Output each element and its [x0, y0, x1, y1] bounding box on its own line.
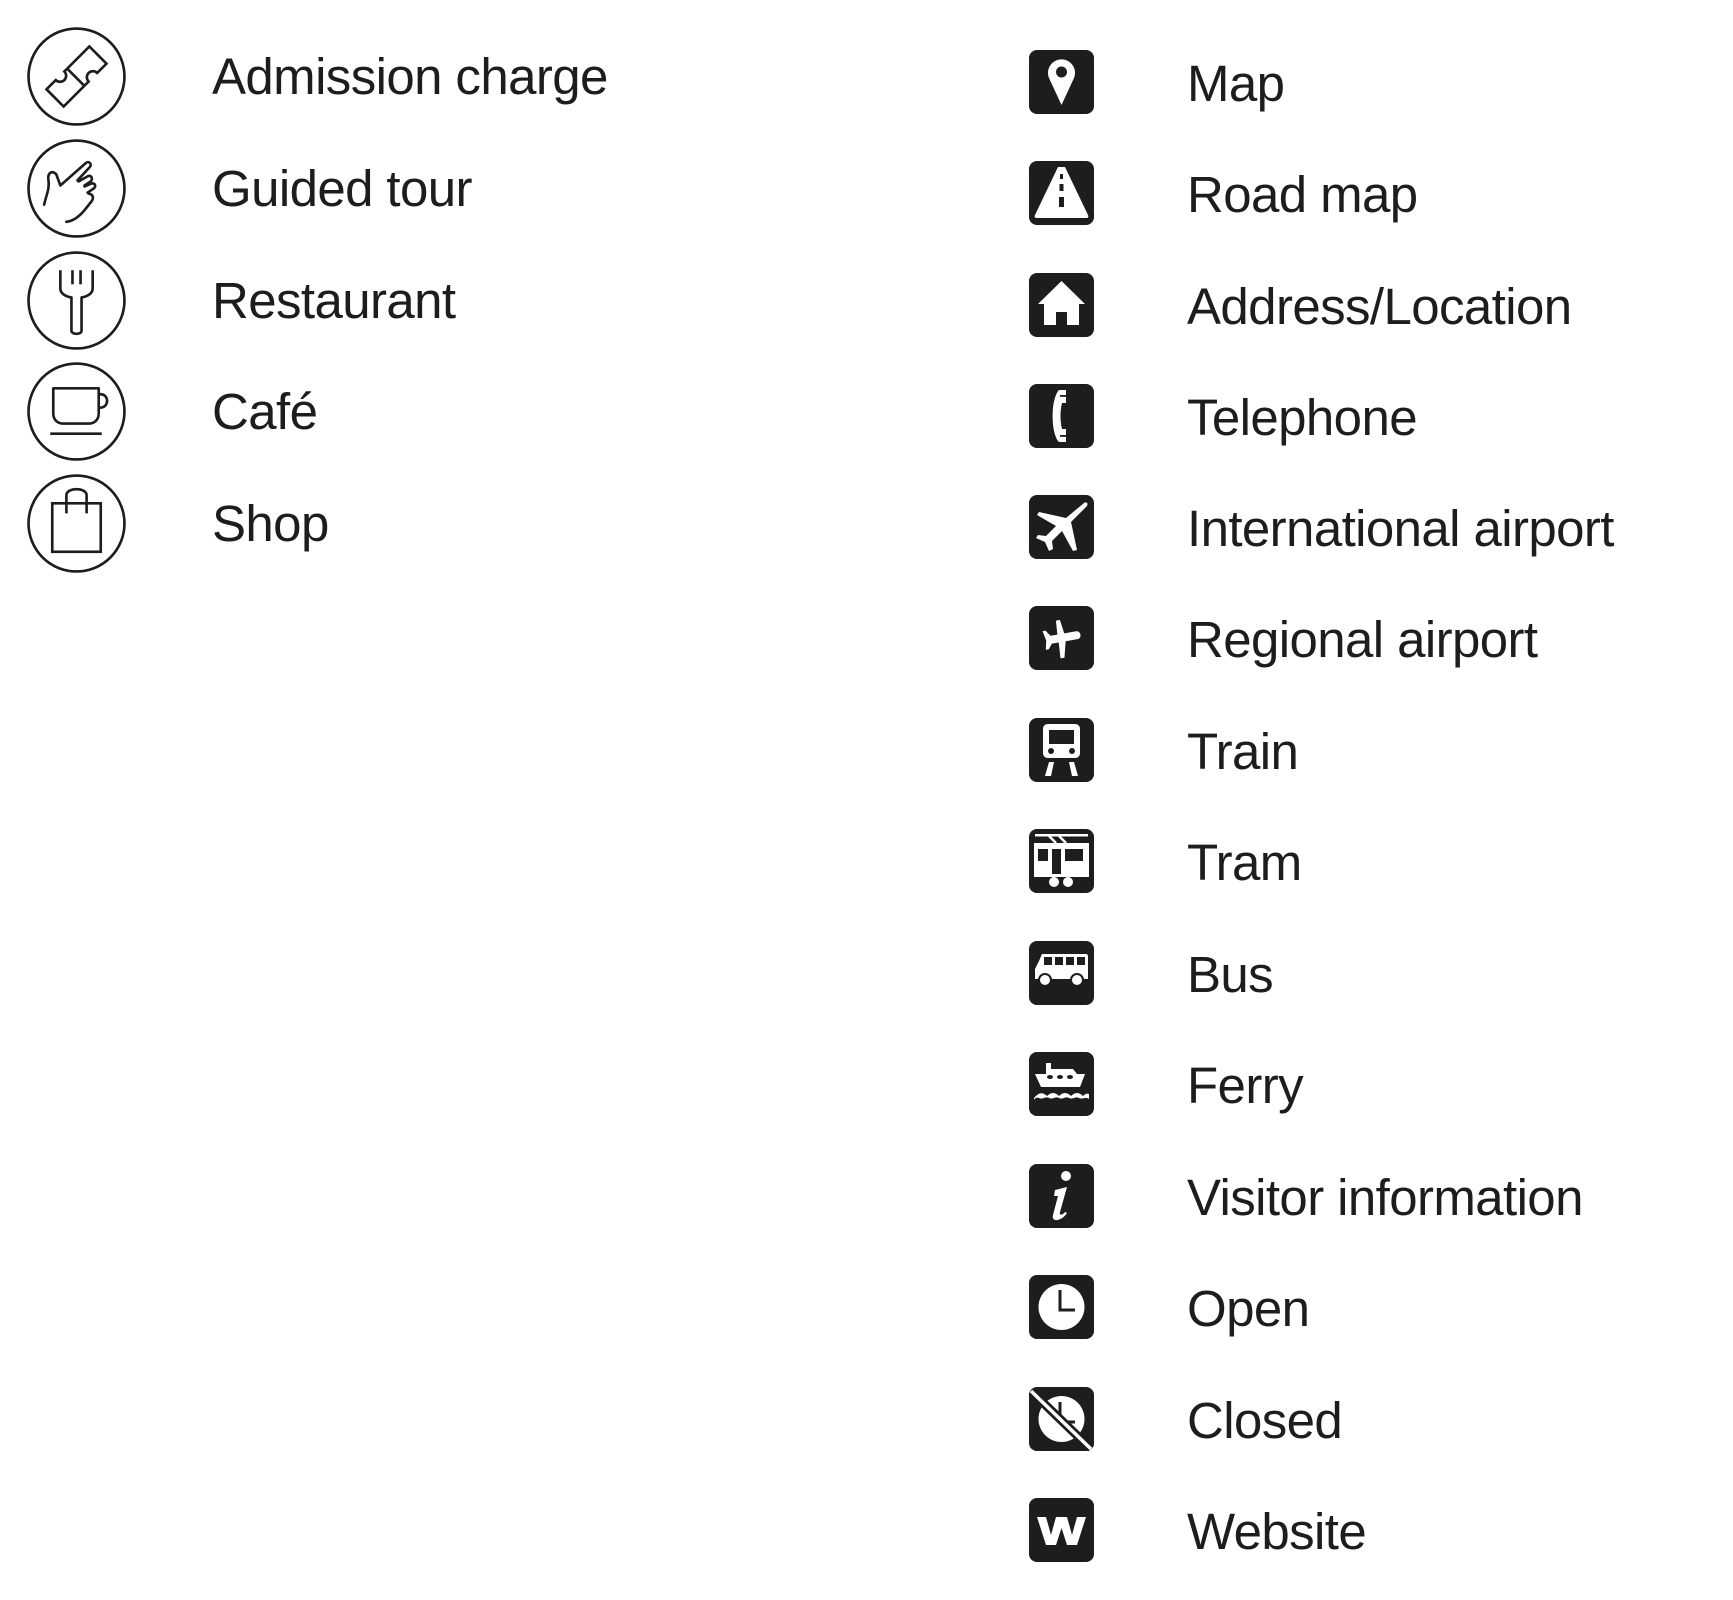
legend-label: Website	[1187, 1503, 1367, 1560]
bus-icon	[1029, 941, 1094, 1005]
legend-item-train: Train	[1029, 694, 1729, 806]
coffee-cup-icon	[26, 361, 127, 462]
legend-label: Tram	[1187, 834, 1302, 891]
legend-item-map: Map	[1029, 26, 1729, 138]
legend-item-tram: Tram	[1029, 805, 1729, 917]
info-icon	[1029, 1164, 1094, 1228]
train-icon	[1029, 718, 1094, 782]
legend-item-ferry: Ferry	[1029, 1028, 1729, 1140]
tram-icon	[1029, 829, 1094, 893]
symbol-legend: Admission charge Guided tour Restaurant	[0, 0, 1733, 1600]
legend-item-road-map: Road map	[1029, 137, 1729, 249]
legend-label: Closed	[1187, 1392, 1343, 1449]
ferry-icon	[1029, 1052, 1094, 1116]
legend-label: Admission charge	[212, 48, 608, 105]
legend-item-guided-tour: Guided tour	[0, 133, 700, 245]
legend-label: Road map	[1187, 166, 1418, 223]
legend-item-cafe: Café	[0, 356, 700, 468]
legend-item-regional-airport: Regional airport	[1029, 582, 1729, 694]
legend-label: Visitor information	[1187, 1169, 1583, 1226]
legend-label: Address/Location	[1187, 278, 1572, 335]
small-airplane-icon	[1029, 606, 1094, 670]
legend-item-bus: Bus	[1029, 917, 1729, 1029]
ticket-icon	[26, 26, 127, 127]
legend-label: Restaurant	[212, 272, 456, 329]
legend-label: Train	[1187, 723, 1299, 780]
legend-label: Guided tour	[212, 160, 473, 217]
legend-item-visitor-information: Visitor information	[1029, 1140, 1729, 1252]
pointing-hand-icon	[26, 138, 127, 239]
legend-label: Ferry	[1187, 1057, 1304, 1114]
legend-item-shop: Shop	[0, 468, 700, 580]
legend-item-telephone: Telephone	[1029, 360, 1729, 472]
legend-item-admission-charge: Admission charge	[0, 21, 700, 133]
legend-item-open: Open	[1029, 1251, 1729, 1363]
legend-label: Telephone	[1187, 389, 1418, 446]
map-pin-icon	[1029, 50, 1094, 114]
legend-item-closed: Closed	[1029, 1363, 1729, 1475]
telephone-icon	[1029, 384, 1094, 448]
website-w-icon	[1029, 1498, 1094, 1562]
legend-label: International airport	[1187, 500, 1614, 557]
road-icon	[1029, 161, 1094, 225]
legend-label: Regional airport	[1187, 611, 1538, 668]
legend-item-website: Website	[1029, 1474, 1729, 1586]
legend-label: Map	[1187, 55, 1285, 112]
house-icon	[1029, 273, 1094, 337]
shopping-bag-icon	[26, 473, 127, 574]
clock-crossed-icon	[1029, 1387, 1094, 1451]
legend-label: Bus	[1187, 946, 1274, 1003]
legend-item-address-location: Address/Location	[1029, 249, 1729, 361]
large-airplane-icon	[1029, 495, 1094, 559]
legend-label: Open	[1187, 1280, 1310, 1337]
legend-item-international-airport: International airport	[1029, 471, 1729, 583]
legend-label: Shop	[212, 495, 329, 552]
legend-item-restaurant: Restaurant	[0, 245, 700, 357]
clock-icon	[1029, 1275, 1094, 1339]
legend-label: Café	[212, 383, 318, 440]
fork-icon	[26, 250, 127, 351]
